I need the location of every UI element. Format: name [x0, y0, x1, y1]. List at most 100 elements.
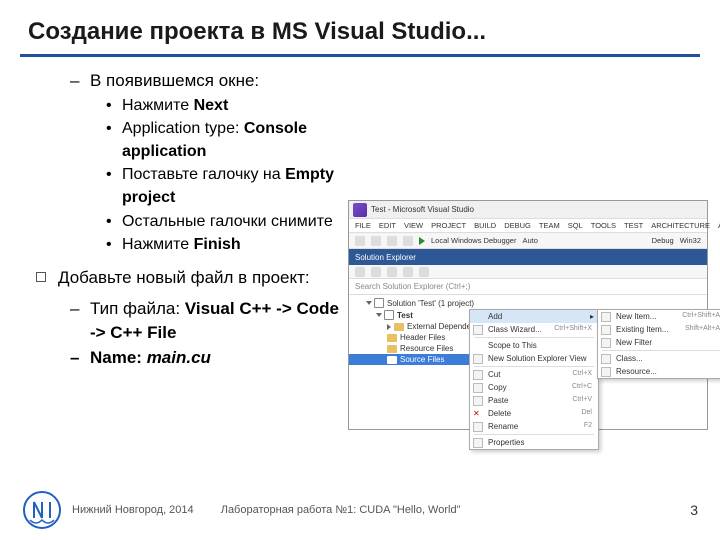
ctx-new-view[interactable]: New Solution Explorer View — [470, 352, 598, 365]
properties-icon[interactable] — [419, 267, 429, 277]
solution-search-input[interactable]: Search Solution Explorer (Ctrl+;) — [349, 279, 707, 295]
label: Resource... — [616, 367, 657, 376]
solution-root[interactable]: Solution 'Test' (1 project) — [349, 297, 707, 309]
text: Поставьте галочку на — [122, 166, 285, 183]
new-item-icon — [601, 312, 611, 322]
separator — [474, 337, 594, 338]
project-icon — [384, 310, 394, 320]
refresh-icon[interactable] — [371, 267, 381, 277]
sub-new-filter[interactable]: New Filter — [598, 336, 720, 349]
footer: Нижний Новгород, 2014 Лабораторная работ… — [0, 490, 720, 530]
label: Paste — [488, 396, 508, 405]
label: Rename — [488, 422, 518, 431]
bullet-dash-2: Тип файла: Visual C++ -> Code -> C++ Fil… — [90, 297, 340, 346]
menu-item[interactable]: PROJECT — [431, 221, 466, 230]
menu-item[interactable]: TOOLS — [591, 221, 616, 230]
config-label[interactable]: Debug — [652, 236, 674, 245]
platform-label[interactable]: Win32 — [680, 236, 701, 245]
label: Scope to This — [488, 341, 537, 350]
ctx-properties[interactable]: Properties — [470, 436, 598, 449]
nav-fwd-icon[interactable] — [371, 236, 381, 246]
home-icon[interactable] — [355, 267, 365, 277]
university-logo-icon — [22, 490, 62, 530]
ctx-rename[interactable]: Rename F2 — [470, 420, 598, 433]
footer-text: Нижний Новгород, 2014 Лабораторная работ… — [72, 504, 690, 516]
vs-titlebar: Test - Microsoft Visual Studio — [349, 201, 707, 219]
vs-menubar: FILE EDIT VIEW PROJECT BUILD DEBUG TEAM … — [349, 219, 707, 233]
wrench-icon — [473, 438, 483, 448]
sub-existing-item[interactable]: Existing Item... Shift+Alt+A — [598, 323, 720, 336]
auto-label[interactable]: Auto — [522, 236, 537, 245]
ctx-copy[interactable]: Copy Ctrl+C — [470, 381, 598, 394]
debugger-label[interactable]: Local Windows Debugger — [431, 236, 516, 245]
page-number: 3 — [690, 502, 698, 518]
delete-icon: ✕ — [473, 409, 483, 419]
sub-resource[interactable]: Resource... — [598, 365, 720, 378]
label: New Item... — [616, 312, 656, 321]
label: Source Files — [400, 355, 444, 364]
vs-logo-icon — [353, 203, 367, 217]
bullet-dot-1: Нажмите Next — [122, 94, 340, 117]
ctx-add[interactable]: Add ▸ — [470, 310, 598, 323]
folder-icon — [387, 345, 397, 353]
shortcut: Ctrl+X — [572, 370, 592, 379]
label: Resource Files — [400, 344, 453, 353]
save-icon[interactable] — [387, 236, 397, 246]
label: Class... — [616, 354, 643, 363]
undo-icon[interactable] — [403, 236, 413, 246]
menu-item[interactable]: FILE — [355, 221, 371, 230]
slide-content: В появившемся окне: Нажмите Next Applica… — [0, 69, 370, 371]
bullet-dash-3: Name: main.cu — [90, 346, 340, 371]
chevron-right-icon — [387, 324, 391, 330]
collapse-icon[interactable] — [387, 267, 397, 277]
menu-item[interactable]: TEAM — [539, 221, 560, 230]
text: Тип файла: — [90, 299, 185, 318]
solution-toolbar — [349, 265, 707, 279]
context-menu: Add ▸ Class Wizard... Ctrl+Shift+X Scope… — [469, 309, 599, 450]
menu-item[interactable]: ARCHITECTURE — [651, 221, 710, 230]
ctx-cut[interactable]: Cut Ctrl+X — [470, 368, 598, 381]
bullet-square-1: Добавьте новый файл в проект: — [58, 266, 340, 291]
text-bold: Finish — [194, 236, 241, 253]
shortcut: Ctrl+V — [572, 396, 592, 405]
ctx-scope[interactable]: Scope to This — [470, 339, 598, 352]
folder-icon — [387, 334, 397, 342]
bullet-dot-2: Application type: Console application — [122, 117, 340, 163]
shortcut: Ctrl+Shift+X — [554, 325, 592, 334]
vs-screenshot: Test - Microsoft Visual Studio FILE EDIT… — [348, 200, 708, 430]
menu-item[interactable]: DEBUG — [504, 221, 531, 230]
context-submenu-add: New Item... Ctrl+Shift+A Existing Item..… — [597, 309, 720, 379]
menu-item[interactable]: VIEW — [404, 221, 423, 230]
bullet-dash-1: В появившемся окне: — [90, 69, 340, 94]
rename-icon — [473, 422, 483, 432]
separator — [474, 366, 594, 367]
ctx-delete[interactable]: ✕ Delete Del — [470, 407, 598, 420]
footer-center: Лабораторная работа №1: CUDA "Hello, Wor… — [221, 504, 461, 516]
footer-left: Нижний Новгород, 2014 — [72, 504, 194, 516]
folder-icon — [387, 356, 397, 364]
text: Name: — [90, 348, 147, 367]
play-icon[interactable] — [419, 237, 425, 245]
label: Copy — [488, 383, 507, 392]
vs-toolbar: Local Windows Debugger Auto Debug Win32 — [349, 233, 707, 249]
existing-item-icon — [601, 325, 611, 335]
ctx-paste[interactable]: Paste Ctrl+V — [470, 394, 598, 407]
label: New Solution Explorer View — [488, 354, 587, 363]
ctx-class-wizard[interactable]: Class Wizard... Ctrl+Shift+X — [470, 323, 598, 336]
menu-item[interactable]: BUILD — [474, 221, 496, 230]
bullet-dot-3: Поставьте галочку на Empty project — [122, 163, 340, 209]
show-all-icon[interactable] — [403, 267, 413, 277]
text-bold: Next — [194, 97, 229, 114]
nav-back-icon[interactable] — [355, 236, 365, 246]
separator — [474, 434, 594, 435]
sub-new-item[interactable]: New Item... Ctrl+Shift+A — [598, 310, 720, 323]
menu-item[interactable]: SQL — [568, 221, 583, 230]
bullet-dot-5: Нажмите Finish — [122, 233, 340, 256]
label: Existing Item... — [616, 325, 668, 334]
label: Delete — [488, 409, 511, 418]
text-italic: main.cu — [147, 348, 211, 367]
sub-class[interactable]: Class... — [598, 352, 720, 365]
menu-item[interactable]: TEST — [624, 221, 643, 230]
label: Properties — [488, 438, 524, 447]
menu-item[interactable]: EDIT — [379, 221, 396, 230]
